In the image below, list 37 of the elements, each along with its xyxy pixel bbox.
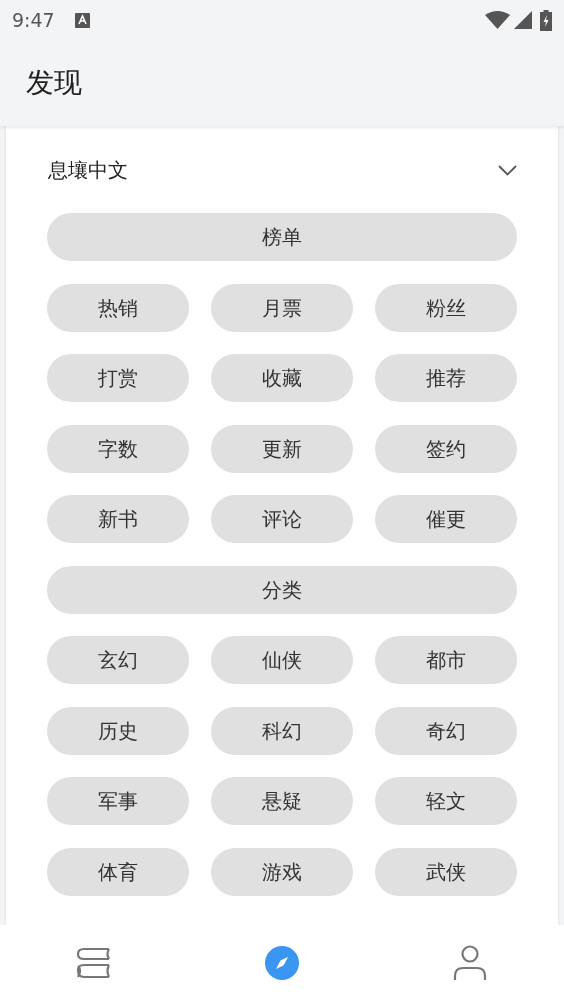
section-button[interactable]: 榜单 — [47, 213, 517, 261]
person-icon[interactable] — [453, 944, 487, 981]
chevron-down-icon[interactable] — [498, 164, 517, 176]
category-button[interactable]: 科幻 — [211, 706, 353, 755]
category-button[interactable]: 收藏 — [211, 354, 353, 402]
category-button[interactable]: 新书 — [47, 495, 189, 543]
category-button[interactable]: 军事 — [47, 777, 189, 825]
category-button[interactable]: 体育 — [47, 847, 189, 896]
category-button[interactable]: 仙侠 — [211, 636, 353, 684]
category-button[interactable]: 历史 — [47, 706, 189, 755]
category-button[interactable]: 催更 — [375, 495, 517, 543]
section-button[interactable]: 分类 — [47, 565, 517, 614]
signal-icon — [514, 11, 532, 29]
source-label[interactable]: 息壤中文 — [48, 155, 128, 185]
category-button[interactable]: 武侠 — [375, 847, 517, 896]
category-button[interactable]: 奇幻 — [375, 706, 517, 755]
category-button[interactable]: 更新 — [211, 424, 353, 473]
category-button[interactable]: 推荐 — [375, 354, 517, 402]
battery-icon — [540, 9, 552, 31]
category-button[interactable]: 热销 — [47, 283, 189, 332]
category-button[interactable]: 都市 — [375, 636, 517, 684]
wifi-icon — [485, 11, 510, 29]
category-button[interactable]: 悬疑 — [211, 777, 353, 825]
category-button[interactable]: 玄幻 — [47, 636, 189, 684]
category-button[interactable]: 评论 — [211, 495, 353, 543]
category-button[interactable]: 字数 — [47, 424, 189, 473]
books-icon[interactable] — [76, 946, 112, 979]
page-title: 发现 — [26, 65, 82, 101]
status-time: 9:47 — [12, 7, 55, 33]
category-button[interactable]: 签约 — [375, 424, 517, 473]
compass-icon[interactable] — [264, 944, 300, 981]
category-button[interactable]: 轻文 — [375, 777, 517, 825]
category-button[interactable]: 打赏 — [47, 354, 189, 402]
category-button[interactable]: 游戏 — [211, 847, 353, 896]
keyboard-icon — [74, 12, 90, 28]
category-button[interactable]: 粉丝 — [375, 283, 517, 332]
category-button[interactable]: 月票 — [211, 283, 353, 332]
